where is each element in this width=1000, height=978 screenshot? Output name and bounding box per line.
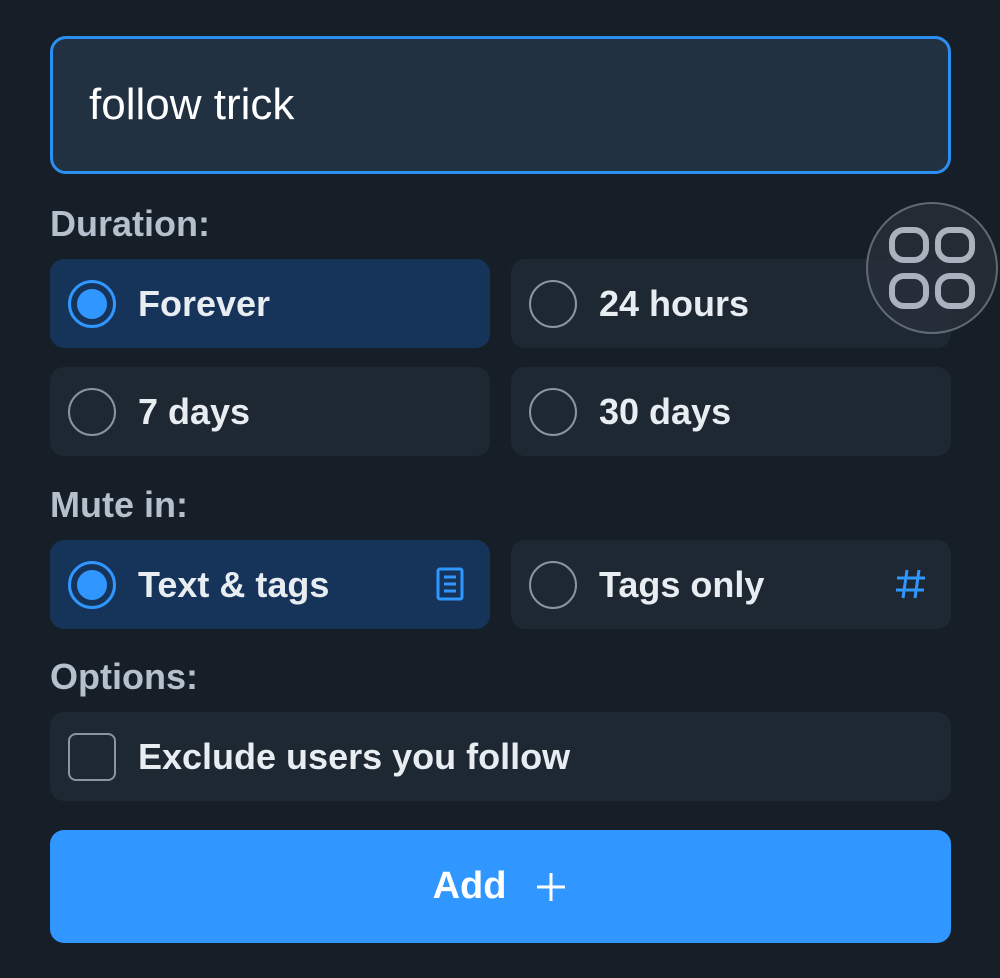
duration-option-label: 7 days: [138, 391, 251, 432]
radio-unselected[interactable]: [529, 561, 577, 609]
radio-dot: [77, 289, 107, 319]
mute-in-option-text-and-tags[interactable]: Text & tags: [50, 540, 490, 629]
mute-in-label: Mute in:: [50, 484, 188, 525]
duration-option-label: 30 days: [599, 391, 732, 432]
radio-selected[interactable]: [68, 280, 116, 328]
mute-word-input[interactable]: [50, 36, 951, 174]
exclude-followed-users-option[interactable]: Exclude users you follow: [50, 712, 951, 801]
options-label: Options:: [50, 656, 198, 697]
duration-option-30-days[interactable]: 30 days: [511, 367, 951, 456]
duration-label: Duration:: [50, 203, 210, 244]
mute-word-panel: Duration: Forever 24 hours 7 days 30 day…: [0, 0, 1000, 978]
exclude-followed-checkbox[interactable]: [68, 733, 116, 781]
radio-unselected[interactable]: [529, 280, 577, 328]
radio-unselected[interactable]: [529, 388, 577, 436]
hashtag-icon: [896, 569, 925, 599]
plus-icon: [537, 872, 566, 901]
document-icon: [436, 567, 464, 601]
mute-in-option-label: Text & tags: [138, 564, 330, 605]
app-grid-icon: [889, 227, 975, 309]
radio-unselected[interactable]: [68, 388, 116, 436]
mute-in-option-label: Tags only: [599, 564, 765, 605]
duration-option-7-days[interactable]: 7 days: [50, 367, 490, 456]
radio-selected[interactable]: [68, 561, 116, 609]
exclude-followed-label: Exclude users you follow: [138, 736, 571, 777]
floating-app-grid-button[interactable]: [866, 202, 998, 334]
duration-option-label: 24 hours: [599, 283, 750, 324]
duration-option-forever[interactable]: Forever: [50, 259, 490, 348]
radio-dot: [77, 570, 107, 600]
mute-in-option-tags-only[interactable]: Tags only: [511, 540, 951, 629]
add-button[interactable]: Add: [50, 830, 951, 943]
add-button-label: Add: [432, 865, 507, 907]
duration-option-label: Forever: [138, 283, 271, 324]
